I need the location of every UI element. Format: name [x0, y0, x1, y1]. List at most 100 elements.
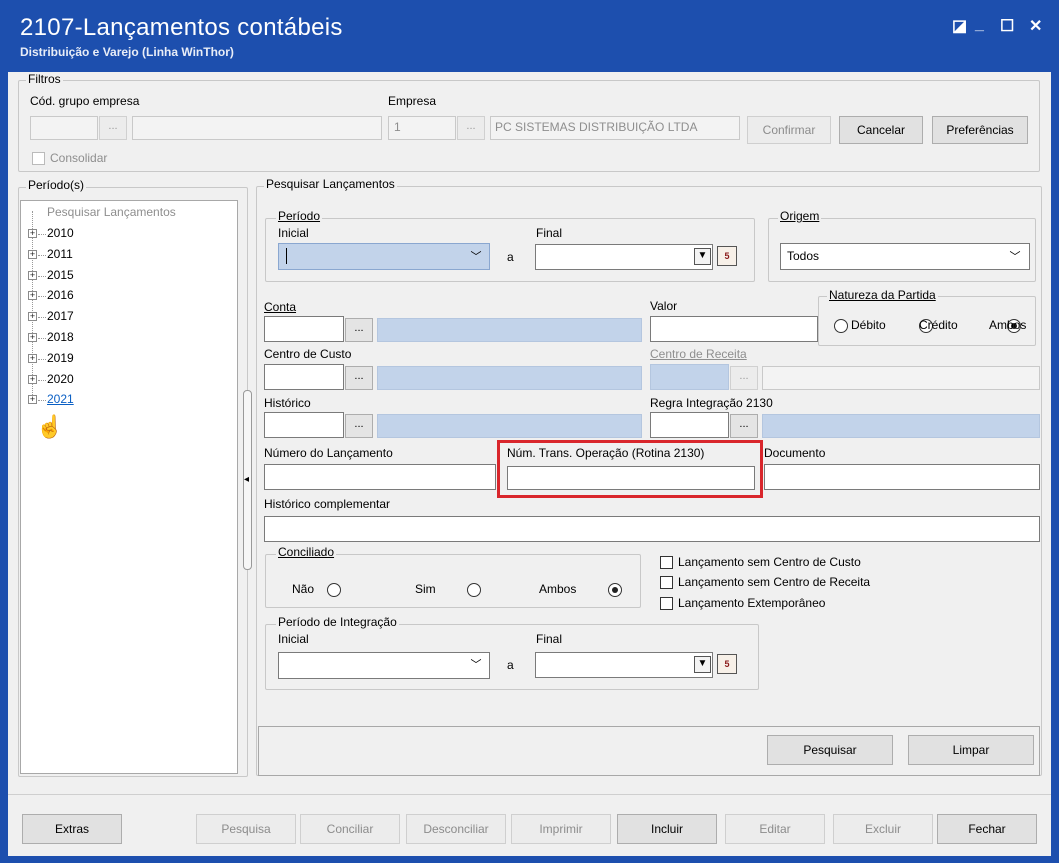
periodo-label: Período	[276, 209, 323, 223]
debito-radio[interactable]	[834, 319, 848, 333]
incluir-button[interactable]: Incluir	[617, 814, 717, 844]
tree-year-item[interactable]: 2020	[47, 372, 74, 386]
editar-button[interactable]: Editar	[725, 814, 825, 844]
calendar-icon[interactable]: 5	[717, 654, 737, 674]
credito-label: Crédito	[919, 318, 958, 332]
desconciliar-button[interactable]: Desconciliar	[406, 814, 506, 844]
final-date-input[interactable]	[535, 244, 713, 270]
confirmar-button[interactable]: Confirmar	[747, 116, 831, 144]
cod-grupo-input[interactable]	[30, 116, 98, 140]
tree-expand-icon[interactable]: +	[28, 374, 37, 384]
ambos-conciliado-radio[interactable]	[607, 583, 622, 597]
cod-grupo-search-button[interactable]: ...	[99, 116, 127, 140]
historico-input[interactable]	[264, 412, 344, 438]
tree-expand-icon[interactable]: +	[28, 353, 37, 363]
periodos-tree[interactable]	[20, 200, 238, 774]
tree-root[interactable]: Pesquisar Lançamentos	[47, 205, 176, 219]
tree-year-item[interactable]: 2011	[47, 247, 73, 261]
tree-expand-icon[interactable]: +	[28, 291, 37, 301]
historico-label: Histórico	[264, 396, 311, 410]
tree-connector	[38, 338, 46, 339]
integracao-inicial-combo[interactable]	[278, 652, 490, 679]
conciliado-label: Conciliado	[276, 545, 337, 559]
num-lanc-input[interactable]	[264, 464, 496, 490]
consolidar-label: Consolidar	[50, 151, 108, 165]
inicial-date-combo[interactable]	[278, 243, 490, 270]
ambos-label: Ambos	[989, 318, 1027, 332]
chevron-down-icon[interactable]: ﹀	[464, 656, 488, 672]
minimize-icon[interactable]: _	[975, 16, 984, 34]
preferencias-button[interactable]: Preferências	[932, 116, 1028, 144]
hist-comp-input[interactable]	[264, 516, 1040, 542]
documento-input[interactable]	[764, 464, 1040, 490]
conta-input[interactable]	[264, 316, 344, 342]
centro-receita-input[interactable]	[650, 364, 729, 390]
nao-label: Não	[292, 582, 315, 596]
maximize-icon[interactable]: ☐	[1000, 16, 1014, 36]
filtros-label: Filtros	[26, 72, 63, 86]
nao-radio[interactable]	[327, 583, 342, 597]
tree-year-item[interactable]: 2019	[47, 351, 74, 365]
inicial-label: Inicial	[278, 226, 309, 240]
periodo-integracao-label: Período de Integração	[276, 615, 399, 629]
origem-select[interactable]: Todos	[780, 243, 1030, 270]
cancelar-button[interactable]: Cancelar	[839, 116, 923, 144]
extras-button[interactable]: Extras	[22, 814, 122, 844]
num-trans-input[interactable]	[507, 466, 755, 490]
tree-year-item[interactable]: 2016	[47, 288, 74, 302]
tree-expand-icon[interactable]: +	[28, 229, 37, 238]
centro-custo-search-button[interactable]: ...	[345, 366, 373, 390]
cod-grupo-desc	[132, 116, 382, 140]
origem-label: Origem	[778, 209, 822, 223]
documento-label: Documento	[764, 446, 826, 460]
centro-receita-search-button[interactable]: ...	[730, 366, 758, 390]
tree-connector	[38, 400, 46, 402]
chevron-down-icon[interactable]: ﹀	[464, 248, 488, 264]
extemporaneo-checkbox[interactable]	[660, 597, 673, 610]
empresa-code-input[interactable]: 1	[388, 116, 456, 140]
tree-expand-icon[interactable]: +	[28, 395, 37, 405]
limpar-button[interactable]: Limpar	[908, 735, 1034, 765]
integracao-final-input[interactable]	[535, 652, 713, 678]
conta-search-button[interactable]: ...	[345, 318, 373, 342]
chevron-left-icon[interactable]: ◂	[244, 474, 249, 485]
fechar-button[interactable]: Fechar	[937, 814, 1037, 844]
tree-expand-icon[interactable]: +	[28, 333, 37, 342]
sem-centro-custo-label: Lançamento sem Centro de Custo	[678, 555, 861, 569]
close-icon[interactable]: ✕	[1029, 16, 1042, 36]
centro-receita-label: Centro de Receita	[650, 347, 747, 361]
tree-expand-icon[interactable]: +	[28, 270, 37, 280]
sim-label: Sim	[415, 582, 436, 596]
conciliar-button[interactable]: Conciliar	[300, 814, 400, 844]
tree-connector	[38, 358, 46, 360]
regra-input[interactable]	[650, 412, 729, 438]
ambos-conciliado-label: Ambos	[539, 582, 577, 596]
integracao-final-label: Final	[536, 632, 563, 646]
hand-cursor-icon: ☝	[36, 414, 64, 439]
hist-comp-label: Histórico complementar	[264, 497, 391, 511]
pesquisar-button[interactable]: Pesquisar	[767, 735, 893, 765]
imprimir-button[interactable]: Imprimir	[511, 814, 611, 844]
final-dropdown-button[interactable]: ▼	[694, 248, 711, 265]
excluir-button[interactable]: Excluir	[833, 814, 933, 844]
chevron-down-icon[interactable]: ﹀	[1003, 248, 1027, 264]
sem-centro-custo-checkbox[interactable]	[660, 556, 673, 569]
tree-year-item[interactable]: 2018	[47, 330, 74, 344]
consolidar-checkbox[interactable]	[32, 152, 45, 165]
pesquisa-button[interactable]: Pesquisa	[196, 814, 296, 844]
calendar-icon[interactable]: 5	[717, 246, 737, 266]
tree-year-item[interactable]: 2010	[47, 226, 74, 240]
tree-year-item[interactable]: 2015	[47, 268, 74, 282]
sem-centro-receita-checkbox[interactable]	[660, 576, 673, 589]
empresa-search-button[interactable]: ...	[457, 116, 485, 140]
tree-year-item[interactable]: 2017	[47, 309, 74, 323]
restore-icon[interactable]: ◪	[952, 16, 967, 36]
historico-search-button[interactable]: ...	[345, 414, 373, 438]
valor-input[interactable]	[650, 316, 818, 342]
tree-year-item[interactable]: 2021	[47, 392, 74, 406]
integracao-final-dropdown-button[interactable]: ▼	[694, 656, 711, 673]
tree-expand-icon[interactable]: +	[28, 249, 37, 259]
centro-custo-input[interactable]	[264, 364, 344, 390]
tree-expand-icon[interactable]: +	[28, 312, 37, 322]
regra-search-button[interactable]: ...	[730, 414, 758, 438]
